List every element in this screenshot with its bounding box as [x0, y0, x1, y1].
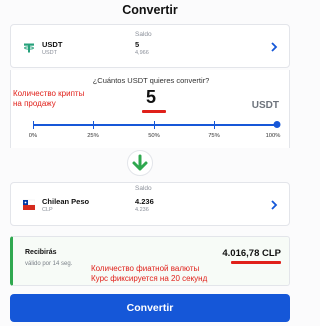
amount-annotation: Количество крипты на продажу	[13, 89, 85, 108]
amount-question: ¿Cuántos USDT quieres convertir?	[92, 76, 210, 85]
from-coin-code: USDT	[42, 50, 57, 56]
page-title: Convertir	[122, 3, 178, 17]
from-saldo-label: Saldo	[135, 31, 152, 38]
amount-slider-knob[interactable]	[273, 121, 281, 128]
receive-underline	[231, 261, 281, 264]
swap-button[interactable]	[127, 150, 153, 176]
receive-summary: Recibirás 4.016,78 CLP válido por 14 seg…	[10, 236, 290, 286]
arrow-down-icon	[132, 154, 148, 171]
to-coin-name: Chilean Peso	[42, 197, 90, 206]
slider-tick	[214, 121, 215, 129]
slider-label: 75%	[208, 133, 220, 139]
slider-tick	[154, 121, 155, 129]
receive-amount: 4.016,78 CLP	[222, 248, 281, 259]
amount-section: ¿Cuántos USDT quieres convertir? 5 USDT …	[10, 70, 290, 148]
from-currency-card[interactable]: Saldo USDT USDT 5 4,966	[10, 24, 290, 68]
to-coin-code: CLP	[42, 207, 53, 213]
slider-label: 100%	[265, 133, 281, 139]
slider-label: 25%	[87, 133, 99, 139]
slider-label: 0%	[28, 133, 38, 139]
to-currency-card[interactable]: Saldo Chilean Peso CLP 4.236 4.236	[10, 182, 290, 226]
to-balance-sub: 4.236	[135, 207, 149, 213]
slider-tick	[93, 121, 94, 129]
slider-label: 50%	[148, 133, 160, 139]
chevron-right-icon[interactable]	[269, 199, 279, 211]
chevron-right-icon[interactable]	[269, 41, 279, 53]
from-balance-sub: 4,966	[135, 50, 149, 56]
from-balance: 5	[135, 40, 140, 49]
chile-flag-icon	[23, 199, 35, 210]
to-balance: 4.236	[135, 197, 154, 206]
amount-underline	[142, 110, 166, 113]
amount-unit: USDT	[251, 100, 279, 111]
tether-icon	[24, 43, 34, 53]
to-saldo-label: Saldo	[135, 185, 152, 192]
quote-validity: válido por 14 seg.	[25, 261, 73, 267]
slider-tick	[33, 121, 34, 129]
receive-annotation: Количество фиатной валюты Курс фиксирует…	[91, 264, 208, 283]
convert-button[interactable]: Convertir	[10, 294, 290, 322]
from-coin-name: USDT	[42, 40, 63, 49]
receive-label: Recibirás	[25, 249, 57, 256]
